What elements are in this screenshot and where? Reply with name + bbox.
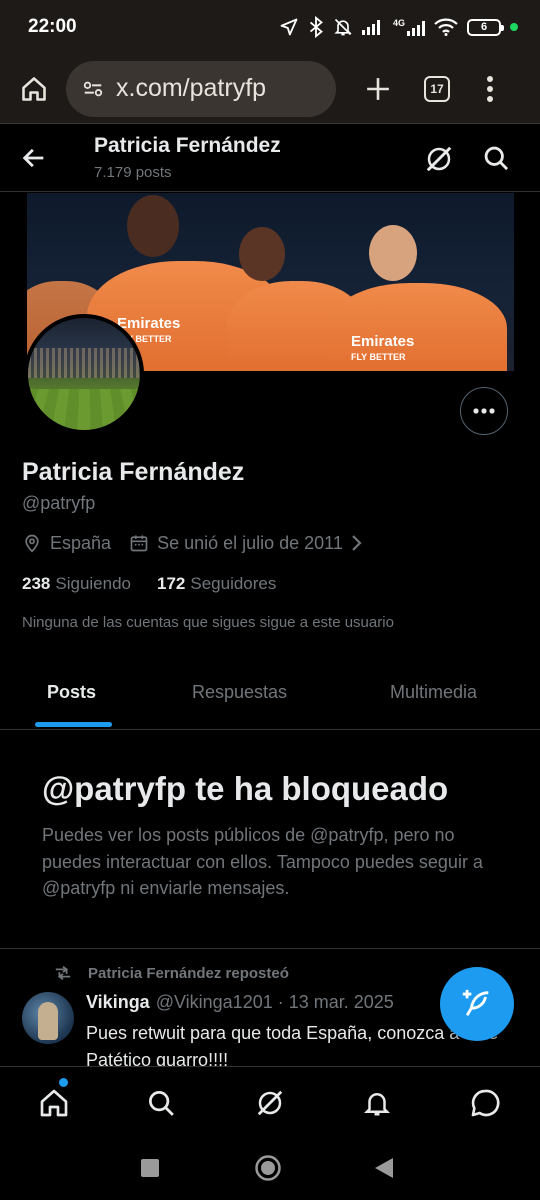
profile-location: España (22, 532, 111, 554)
post-author-avatar[interactable] (22, 992, 74, 1044)
following-count: 238 (22, 574, 51, 593)
url-text: x.com/patryfp (116, 74, 267, 102)
browser-home-button[interactable] (14, 69, 54, 109)
repost-label: Patricia Fernández reposteó (88, 964, 289, 982)
back-triangle-icon[interactable] (374, 1157, 394, 1179)
avatar-figure (38, 1002, 58, 1040)
site-settings-icon[interactable] (82, 78, 104, 100)
tab-switcher-button[interactable]: 17 (424, 75, 450, 102)
banner-sponsor-2: Emirates (351, 333, 415, 350)
compose-feather-icon (462, 989, 489, 1017)
status-time: 22:00 (28, 16, 77, 37)
profile-avatar[interactable] (24, 314, 144, 434)
bluetooth-icon (309, 16, 323, 38)
post-author-name[interactable]: Vikinga (86, 992, 150, 1012)
profile-meta: España Se unió el julio de 2011 (22, 532, 381, 554)
system-navigation-bar (0, 1136, 540, 1200)
blocked-body: Puedes ver los posts públicos de @patryf… (42, 825, 483, 898)
header-name: Patricia Fernández (94, 134, 281, 157)
signal-icon (361, 20, 380, 35)
nav-notifications[interactable] (359, 1085, 395, 1121)
location-arrow-icon (280, 18, 298, 36)
search-icon[interactable] (482, 144, 510, 172)
plus-icon (367, 77, 389, 100)
followers-link[interactable]: 172 Seguidores (157, 574, 276, 594)
avatar-stadium-pitch (28, 389, 140, 430)
calendar-icon (130, 535, 148, 552)
tab-replies[interactable]: Respuestas (192, 682, 287, 703)
profile-follow-stats: 238 Siguiendo 172 Seguidores (22, 574, 276, 594)
grok-icon[interactable] (424, 144, 454, 174)
new-tab-button[interactable] (358, 69, 398, 109)
status-bar: 22:00 4G 6 (0, 0, 540, 54)
nav-explore[interactable] (143, 1085, 179, 1121)
profile-name: Patricia Fernández (22, 458, 245, 486)
browser-toolbar: x.com/patryfp 17 (0, 54, 540, 124)
header-post-count: 7.179 posts (94, 164, 172, 181)
battery-level: 6 (480, 21, 488, 33)
post-header: Vikinga @Vikinga1201 · 13 mar. 2025 (86, 992, 394, 1013)
followers-label: Seguidores (190, 574, 277, 593)
following-label: Siguiendo (55, 574, 131, 593)
more-options-button[interactable] (460, 387, 508, 435)
grok-icon (257, 1090, 283, 1116)
nav-home[interactable] (36, 1085, 72, 1121)
following-link[interactable]: 238 Siguiendo (22, 574, 131, 594)
post-date: · 13 mar. 2025 (277, 992, 394, 1012)
repost-indicator: Patricia Fernández reposteó (52, 964, 289, 982)
back-arrow-icon[interactable] (20, 144, 48, 172)
location-text: España (50, 532, 112, 553)
divider (0, 948, 540, 949)
home-circle-icon[interactable] (254, 1154, 282, 1182)
search-icon (149, 1091, 174, 1116)
network-type-label: 4G (392, 17, 405, 28)
banner-sponsor-text-2: Emirates FLY BETTER (351, 333, 415, 364)
bell-icon (363, 1093, 391, 1116)
chevron-right-icon (352, 535, 362, 551)
profile-handle: @patryfp (22, 493, 96, 513)
blocked-title: @patryfp te ha bloqueado (42, 770, 449, 807)
bottom-navigation (0, 1066, 540, 1136)
address-bar[interactable]: x.com/patryfp (66, 60, 336, 117)
avatar-stadium-stands (28, 348, 140, 378)
profile-tabs: Posts Respuestas Multimedia (0, 660, 540, 730)
followers-count: 172 (157, 574, 186, 593)
more-vertical-icon (487, 75, 493, 102)
profile-joined[interactable]: Se unió el julio de 2011 (129, 533, 363, 554)
battery-icon: 6 (467, 18, 504, 36)
home-icon (22, 76, 46, 101)
tab-media[interactable]: Multimedia (390, 682, 477, 703)
wifi-icon (434, 18, 458, 36)
banner-player-3-head (369, 225, 417, 281)
tab-posts[interactable]: Posts (47, 682, 96, 703)
nav-grok[interactable] (252, 1085, 288, 1121)
banner-player-1-head (127, 195, 179, 257)
location-pin-icon (25, 534, 39, 553)
more-horizontal-icon (473, 408, 495, 414)
banner-sponsor-1: Emirates (117, 315, 181, 332)
active-tab-indicator (35, 722, 112, 727)
joined-text: Se unió el julio de 2011 (157, 532, 343, 553)
privacy-indicator-dot (510, 23, 518, 31)
banner-player-2-head (239, 227, 285, 281)
post-author-handle[interactable]: @Vikinga1201 (156, 992, 273, 1012)
tab-count: 17 (430, 81, 444, 96)
status-icons: 4G 6 (279, 16, 518, 38)
chat-bubble-icon (471, 1089, 500, 1117)
signal-4g-icon: 4G (392, 17, 425, 36)
compose-post-button[interactable] (440, 967, 514, 1041)
home-new-content-dot (59, 1078, 68, 1087)
recents-square-icon[interactable] (140, 1158, 160, 1178)
mutuals-note: Ninguna de las cuentas que sigues sigue … (22, 614, 394, 631)
banner-tagline-2: FLY BETTER (351, 352, 406, 362)
repost-icon (55, 965, 71, 981)
browser-menu-button[interactable] (480, 69, 500, 109)
home-icon (40, 1089, 68, 1117)
profile-header-bar: Patricia Fernández 7.179 posts (0, 126, 540, 192)
bell-muted-icon (334, 18, 352, 36)
nav-messages[interactable] (467, 1085, 503, 1121)
